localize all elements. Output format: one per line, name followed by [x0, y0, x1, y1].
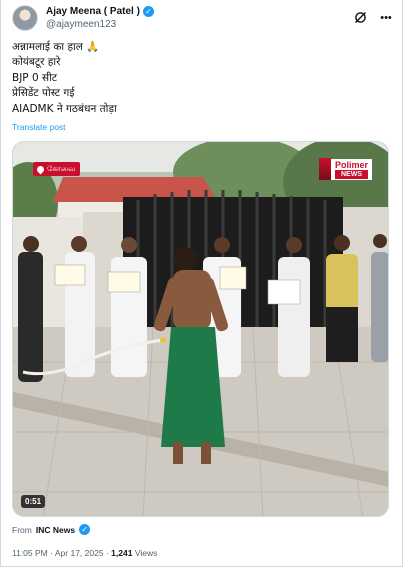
author-block[interactable]: Ajay Meena ( Patel ) ✓ @ajaymeen123	[46, 5, 154, 31]
tweet-time[interactable]: 11:05 PM	[12, 548, 48, 558]
tweet-line: प्रेसिडेंट पोस्ट गई	[12, 87, 75, 100]
video-player[interactable]: கோவை Polimer NEWS 0:51	[12, 141, 389, 517]
tweet-meta: 11:05 PM · Apr 17, 2025 · 1,241 Views	[12, 548, 157, 558]
location-pin-icon	[35, 164, 46, 174]
verified-badge-icon: ✓	[142, 6, 154, 17]
source-account-link[interactable]: INC News	[36, 525, 75, 535]
location-badge: கோவை	[33, 162, 81, 176]
channel-logo-text: Polimer NEWS	[330, 158, 372, 180]
views-label: Views	[134, 548, 158, 558]
source-verified-badge-icon: ✓	[79, 524, 91, 535]
location-badge-text: கோவை	[47, 164, 76, 173]
translate-post-link[interactable]: Translate post	[12, 122, 66, 132]
tweet-text: अन्नामलाई का हाल 🙏 कोयंबटूर हारे BJP 0 स…	[12, 40, 117, 117]
source-prefix: From	[12, 524, 32, 535]
meta-separator: ·	[105, 548, 109, 558]
channel-logo-top: Polimer	[334, 159, 368, 170]
views-count: 1,241	[111, 548, 133, 558]
channel-logo: Polimer NEWS	[318, 158, 372, 180]
meta-separator: ·	[50, 548, 53, 558]
video-frame	[13, 142, 388, 516]
channel-logo-bottom: NEWS	[334, 169, 368, 179]
avatar[interactable]	[12, 5, 38, 31]
grok-icon[interactable]	[353, 11, 367, 25]
video-source-row: From INC News ✓	[12, 524, 91, 535]
header-actions: •••	[353, 11, 393, 25]
author-name-row: Ajay Meena ( Patel ) ✓	[46, 5, 154, 18]
tweet-line: अन्नामलाई का हाल 🙏	[12, 41, 100, 53]
author-handle[interactable]: @ajaymeen123	[46, 18, 154, 31]
channel-logo-mark	[318, 158, 331, 180]
tweet-line: AIADMK ने गठबंधन तोड़ा	[12, 102, 117, 115]
tweet-header: Ajay Meena ( Patel ) ✓ @ajaymeen123 •••	[12, 4, 393, 32]
tweet-line: BJP 0 सीट	[12, 71, 58, 84]
video-duration-badge: 0:51	[21, 495, 46, 508]
more-dots-icon[interactable]: •••	[379, 11, 393, 25]
tweet-line: कोयंबटूर हारे	[12, 56, 61, 69]
author-display-name[interactable]: Ajay Meena ( Patel )	[46, 5, 140, 18]
tweet-date[interactable]: Apr 17, 2025	[55, 548, 104, 558]
